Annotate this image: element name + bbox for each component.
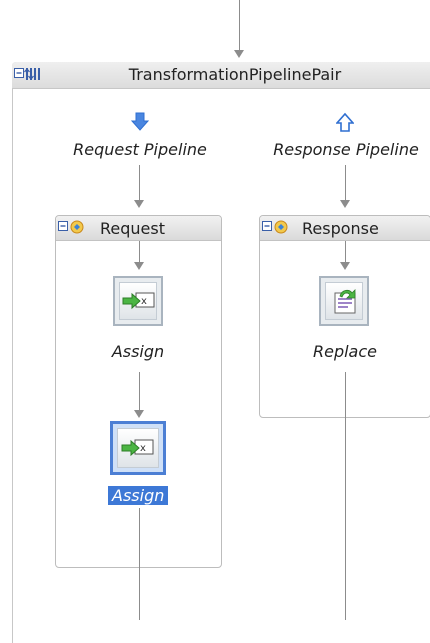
response-pipeline-arrowhead [340, 200, 350, 208]
response-stage-title: Response [302, 219, 379, 238]
assign-icon: x [121, 436, 155, 464]
replace-icon [330, 286, 360, 320]
assign-action-1-label: Assign [111, 342, 165, 361]
replace-action[interactable] [319, 276, 369, 326]
assign-action-2[interactable]: x [110, 421, 166, 475]
response-exit-connector [345, 372, 346, 620]
request-pipeline-arrow-icon [130, 112, 150, 136]
assign-action-2-label[interactable]: Assign [108, 486, 169, 505]
response-pipeline-label: Response Pipeline [273, 140, 419, 159]
assign-connector [139, 372, 140, 412]
response-pipeline-arrow-icon [335, 112, 355, 136]
request-exit-connector [139, 508, 140, 620]
assign-icon: x [122, 289, 156, 317]
response-stage-entry-connector [345, 241, 346, 263]
request-stage-collapse-icon[interactable] [58, 219, 88, 239]
request-stage-entry-arrowhead [134, 262, 144, 270]
svg-text:x: x [140, 443, 146, 454]
svg-text:x: x [141, 296, 147, 307]
request-stage-entry-connector [139, 241, 140, 263]
pipeline-pair-title: TransformationPipelinePair [128, 65, 342, 84]
response-stage-entry-arrowhead [340, 262, 350, 270]
incoming-connector [239, 0, 240, 50]
response-pipeline-connector [345, 165, 346, 201]
assign-action-1[interactable]: x [113, 276, 163, 326]
replace-action-label: Replace [312, 342, 377, 361]
request-pipeline-connector [139, 165, 140, 201]
incoming-arrowhead [234, 50, 244, 58]
request-stage-title: Request [100, 219, 165, 238]
response-stage-collapse-icon[interactable] [262, 219, 292, 239]
request-pipeline-label: Request Pipeline [73, 140, 207, 159]
assign-connector-arrowhead [134, 410, 144, 418]
request-pipeline-arrowhead [134, 200, 144, 208]
